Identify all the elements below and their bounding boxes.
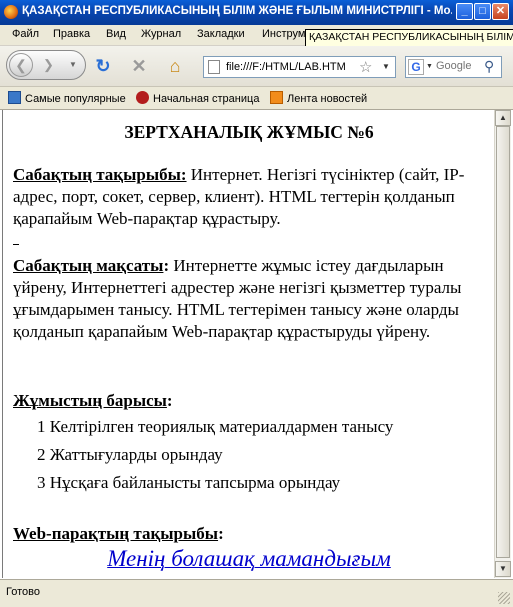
scroll-thumb[interactable]	[496, 126, 510, 558]
navigation-toolbar: ❮ ❯ ▼ ↻ ✕ ⌂ ☆ ▼ G ▼ ⚲	[0, 46, 513, 87]
bookmark-news-feed[interactable]: Лента новостей	[270, 91, 367, 105]
maximize-button[interactable]: □	[474, 3, 491, 20]
search-input[interactable]	[436, 60, 482, 72]
close-button[interactable]: ✕	[492, 3, 509, 20]
resize-grip[interactable]	[498, 592, 510, 604]
window-title: ҚАЗАҚСТАН РЕСПУБЛИКАСЫНЫҢ БІЛІМ ЖӘНЕ ҒЫЛ…	[22, 5, 452, 17]
title-tooltip: ҚАЗАҚСТАН РЕСПУБЛИКАСЫНЫҢ БІЛІМ	[305, 29, 513, 47]
title-bar: ҚАЗАҚСТАН РЕСПУБЛИКАСЫНЫҢ БІЛІМ ЖӘНЕ ҒЫЛ…	[0, 0, 513, 25]
goal-paragraph: Сабақтың мақсаты: Интернетте жұмыс істеу…	[13, 255, 485, 343]
scroll-up-button[interactable]: ▲	[495, 110, 511, 126]
url-dropdown-icon[interactable]: ▼	[382, 62, 390, 71]
page-heading: ЗЕРТХАНАЛЫҚ ЖҰМЫС №6	[124, 122, 374, 142]
back-arrow-icon: ❮	[15, 57, 27, 73]
status-bar: Готово	[0, 579, 513, 607]
bookmark-home-page[interactable]: Начальная страница	[136, 91, 259, 105]
webpage-topic-link[interactable]: Менің болашақ мамандығым	[13, 547, 485, 570]
list-item: 3 Нұсқаға байланысты тапсырма орындау	[37, 473, 341, 492]
progress-heading: Жұмыстың барысы:	[13, 390, 485, 412]
list-item: 1 Келтірілген теориялық материалдармен т…	[37, 417, 394, 436]
history-dropdown-icon[interactable]: ▼	[69, 60, 77, 69]
maximize-icon: □	[479, 5, 486, 17]
home-button[interactable]: ⌂	[164, 55, 186, 77]
goal-label: Сабақтың мақсаты	[13, 256, 164, 275]
topic-paragraph: Сабақтың тақырыбы: Интернет. Негізгі түс…	[13, 164, 485, 230]
address-bar[interactable]: ☆ ▼	[203, 56, 396, 78]
forward-button[interactable]: ❯	[43, 57, 54, 73]
menu-history[interactable]: Журнал	[141, 28, 181, 40]
menu-file[interactable]: Файл	[12, 28, 39, 40]
topic-label: Сабақтың тақырыбы:	[13, 165, 187, 184]
bookmark-page-icon	[136, 91, 149, 104]
bookmarks-toolbar: Самые популярные Начальная страница Лент…	[0, 87, 513, 110]
status-text: Готово	[6, 586, 40, 598]
google-engine-icon[interactable]: G	[408, 59, 424, 75]
bookmark-most-visited[interactable]: Самые популярные	[8, 91, 126, 105]
page-icon	[208, 60, 220, 74]
webpage-topic-heading: Web-парақтың тақырыбы:	[13, 523, 485, 545]
reload-button[interactable]: ↻	[92, 55, 114, 77]
firefox-icon	[4, 5, 18, 19]
minimize-icon: _	[461, 5, 468, 17]
close-icon: ✕	[495, 5, 506, 17]
rss-feed-icon	[270, 91, 283, 104]
minimize-button[interactable]: _	[456, 3, 473, 20]
progress-label: Жұмыстың барысы	[13, 391, 167, 410]
bookmark-star-icon[interactable]: ☆	[359, 58, 372, 76]
page-content: ЗЕРТХАНАЛЫҚ ЖҰМЫС №6 Сабақтың тақырыбы: …	[2, 110, 494, 578]
menu-edit[interactable]: Правка	[53, 28, 90, 40]
menu-tools[interactable]: Инструм	[262, 28, 305, 40]
menu-bookmarks[interactable]: Закладки	[197, 28, 245, 40]
stray-underline	[13, 234, 19, 245]
webpage-topic-colon: :	[218, 524, 224, 543]
back-forward-group: ❮ ❯ ▼	[6, 50, 86, 80]
list-item: 2 Жаттығуларды орындау	[37, 445, 223, 464]
vertical-scrollbar[interactable]: ▲ ▼	[494, 110, 511, 578]
webpage-topic-label: Web-парақтың тақырыбы	[13, 524, 219, 543]
search-icon[interactable]: ⚲	[484, 58, 494, 75]
progress-colon: :	[166, 391, 173, 410]
scroll-down-button[interactable]: ▼	[495, 561, 511, 577]
search-bar[interactable]: G ▼ ⚲	[405, 56, 502, 78]
menu-view[interactable]: Вид	[106, 28, 126, 40]
stop-button[interactable]: ✕	[128, 55, 150, 77]
url-input[interactable]	[226, 59, 354, 75]
engine-dropdown-icon[interactable]: ▼	[426, 63, 433, 70]
bookmark-folder-icon	[8, 91, 21, 104]
back-button[interactable]: ❮	[9, 53, 33, 77]
